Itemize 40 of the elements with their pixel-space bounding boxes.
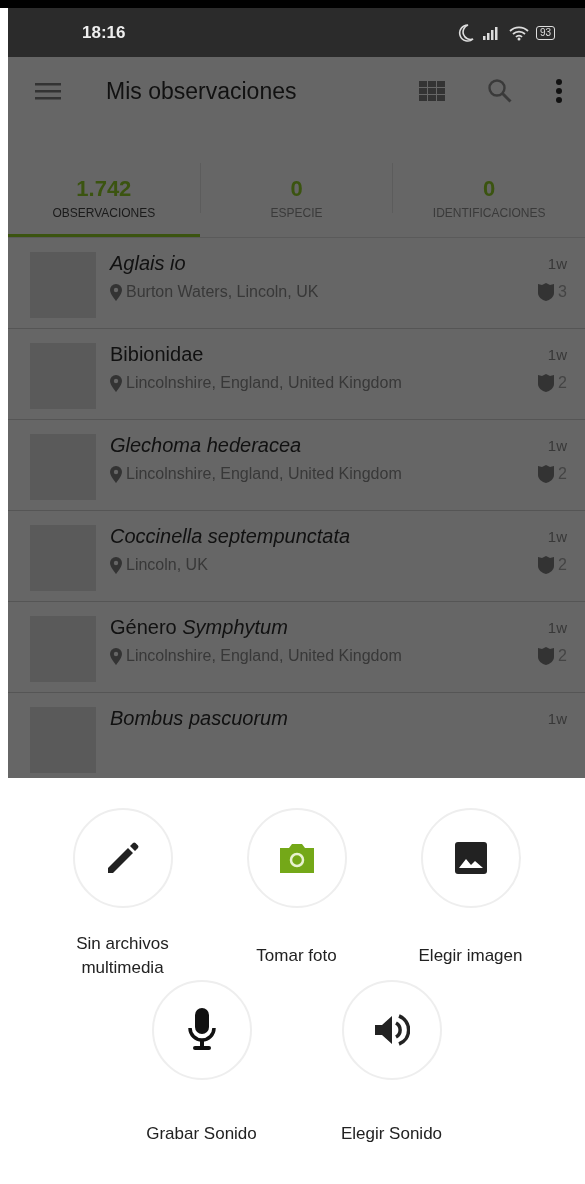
species-name: Coccinella septempunctata xyxy=(110,525,351,548)
media-option-label: Elegir imagen xyxy=(418,945,523,967)
image-icon xyxy=(453,841,488,875)
location-pin-icon xyxy=(110,283,122,301)
shield-icon xyxy=(538,556,555,574)
clock-time: 18:16 xyxy=(82,22,126,43)
camera-icon xyxy=(278,842,315,874)
battery-level: 93 xyxy=(535,25,555,40)
wifi-icon xyxy=(507,24,530,41)
stat-tab[interactable]: 1.742 OBSERVACIONES xyxy=(8,176,200,237)
grid-icon[interactable] xyxy=(419,81,445,101)
shield-icon xyxy=(538,374,555,392)
tab-count: 1.742 xyxy=(76,176,132,202)
pencil-icon xyxy=(105,841,140,875)
speaker-icon xyxy=(373,1013,410,1047)
tab-label: OBSERVACIONES xyxy=(52,206,156,220)
species-name: Bombus pascuorum xyxy=(110,707,288,730)
tab-count: 0 xyxy=(290,176,303,202)
media-option-label: Tomar foto xyxy=(256,945,337,967)
location-pin-icon xyxy=(110,647,122,665)
more-options-icon[interactable] xyxy=(555,78,563,104)
species-name: Bibionidae xyxy=(110,343,204,366)
menu-icon[interactable] xyxy=(35,81,61,101)
media-option-label: Sin archivos multimedia xyxy=(75,933,170,979)
microphone-icon xyxy=(187,1008,216,1052)
shield-icon xyxy=(538,647,555,665)
media-option-label: Grabar Sonido xyxy=(146,1123,257,1145)
moon-icon xyxy=(457,23,474,42)
species-name: Género Symphytum xyxy=(110,616,288,639)
shield-icon xyxy=(538,283,555,301)
species-name: Aglais io xyxy=(110,252,186,275)
tab-count: 0 xyxy=(483,176,496,202)
location-pin-icon xyxy=(110,374,122,392)
species-name: Glechoma hederacea xyxy=(110,434,302,457)
shield-icon xyxy=(538,465,555,483)
location-pin-icon xyxy=(110,465,122,483)
location-pin-icon xyxy=(110,556,122,574)
search-icon[interactable] xyxy=(487,78,513,104)
media-option-label: Elegir Sonido xyxy=(340,1123,443,1145)
screen-title: Mis observaciones xyxy=(106,77,298,105)
